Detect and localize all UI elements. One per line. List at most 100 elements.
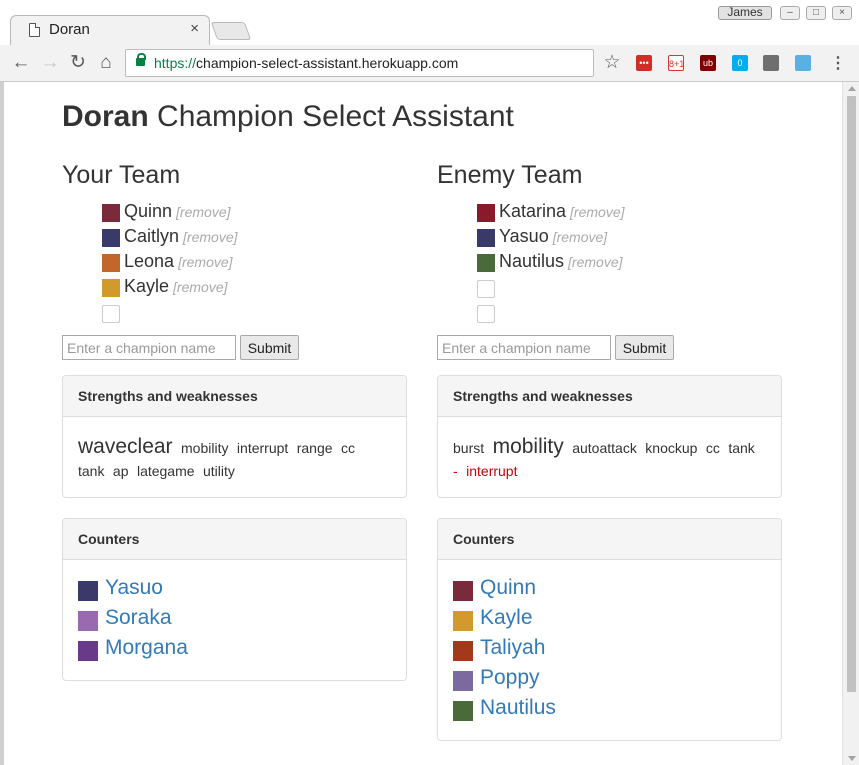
team-member: Nautilus [remove] [477, 251, 777, 276]
home-icon[interactable]: ⌂ [94, 51, 118, 75]
profile-button[interactable]: James [718, 6, 772, 20]
browser-tab[interactable]: Doran × [10, 15, 210, 45]
scroll-up-icon[interactable] [848, 86, 856, 91]
champion-portrait-icon [477, 204, 495, 222]
lastpass-icon[interactable]: ••• [636, 55, 652, 71]
counters-list: Yasuo Soraka Morgana [63, 560, 406, 664]
remove-link[interactable]: [remove] [178, 254, 232, 270]
weakness-tag: interrupt [466, 463, 518, 479]
browser-menu-icon[interactable]: ⋮ [830, 53, 846, 73]
strength-tag: tank [728, 440, 755, 456]
team-member: Yasuo [remove] [477, 226, 777, 251]
team-member: Quinn [remove] [102, 201, 402, 226]
champion-portrait-icon [453, 611, 473, 631]
counter-item: Soraka [78, 604, 391, 634]
champion-portrait-icon [477, 254, 495, 272]
remove-link[interactable]: [remove] [183, 229, 237, 245]
remove-link[interactable]: [remove] [568, 254, 622, 270]
cloud-icon[interactable] [763, 55, 779, 71]
team-member: Leona [remove] [102, 251, 402, 276]
empty-champion-slot [477, 276, 777, 301]
counter-champion-link[interactable]: Morgana [105, 636, 188, 660]
counter-item: Poppy [453, 664, 766, 694]
circle-extension-icon[interactable] [795, 55, 811, 71]
new-tab-button[interactable] [210, 22, 252, 40]
strength-tag: lategame [136, 463, 195, 479]
maximize-button[interactable]: □ [806, 6, 826, 20]
your-team-submit-button[interactable]: Submit [240, 335, 299, 360]
enemy-team-strengths-panel: Strengths and weaknesses burst mobility … [437, 375, 782, 498]
counter-champion-link[interactable]: Quinn [480, 576, 536, 600]
champion-portrait-icon [78, 581, 98, 601]
champion-portrait-icon [102, 229, 120, 247]
forward-icon[interactable]: → [38, 51, 62, 75]
counter-item: Nautilus [453, 694, 766, 724]
address-bar[interactable]: https://champion-select-assistant.heroku… [125, 49, 594, 77]
counter-item: Quinn [453, 574, 766, 604]
champion-name-text: Kayle [124, 276, 170, 296]
remove-link[interactable]: [remove] [553, 229, 607, 245]
strength-tag: mobility [181, 440, 229, 456]
your-team-champion-input[interactable] [62, 335, 236, 360]
champion-name-text: Quinn [124, 201, 173, 221]
ghostery-icon[interactable]: 0 [732, 55, 748, 71]
window-edge [0, 82, 4, 765]
page-title: Doran Champion Select Assistant [62, 100, 514, 133]
enemy-team-champion-input[interactable] [437, 335, 611, 360]
champion-portrait-icon [453, 671, 473, 691]
counter-champion-link[interactable]: Taliyah [480, 636, 545, 660]
champion-name: Kayle [remove] [124, 276, 228, 297]
strength-tag: burst [453, 440, 485, 456]
empty-slot-box [477, 305, 495, 323]
lock-icon [136, 53, 146, 66]
counter-item: Taliyah [453, 634, 766, 664]
scroll-down-icon[interactable] [848, 756, 856, 761]
strength-tag: mobility [492, 435, 564, 458]
empty-champion-slot [477, 301, 777, 326]
scrollbar-thumb[interactable] [847, 96, 856, 692]
counter-champion-link[interactable]: Poppy [480, 666, 540, 690]
champion-portrait-icon [102, 254, 120, 272]
tab-title: Doran [49, 21, 90, 38]
team-member: Kayle [remove] [102, 276, 402, 301]
remove-link[interactable]: [remove] [176, 204, 230, 220]
champion-portrait-icon [102, 204, 120, 222]
panel-heading: Strengths and weaknesses [438, 376, 781, 417]
reload-icon[interactable]: ↻ [66, 51, 90, 75]
page-viewport: Doran Champion Select Assistant Your Tea… [0, 82, 859, 765]
strength-tag: knockup [645, 440, 698, 456]
champion-portrait-icon [453, 641, 473, 661]
strength-tag: waveclear [78, 435, 173, 458]
browser-toolbar: ← → ↻ ⌂ https://champion-select-assistan… [0, 45, 859, 82]
strength-tags: burst mobility autoattack knockup cc tan… [453, 417, 766, 483]
counter-champion-link[interactable]: Nautilus [480, 696, 556, 720]
enemy-team-list: Katarina [remove] Yasuo [remove] Nautilus [re… [477, 201, 777, 326]
strength-tag: tank [78, 463, 105, 479]
bookmark-star-icon[interactable]: ☆ [600, 51, 624, 75]
back-icon[interactable]: ← [9, 51, 33, 75]
enemy-team-submit-button[interactable]: Submit [615, 335, 674, 360]
panel-heading: Strengths and weaknesses [63, 376, 406, 417]
strength-tag: utility [203, 463, 235, 479]
champion-name-text: Yasuo [499, 226, 549, 246]
your-team-list: Quinn [remove] Caitlyn [remove] Leona [remove… [102, 201, 402, 326]
google-plus-icon[interactable]: 8+1 [668, 55, 684, 71]
counter-champion-link[interactable]: Yasuo [105, 576, 163, 600]
weakness-tag: - [453, 463, 458, 479]
remove-link[interactable]: [remove] [570, 204, 624, 220]
champion-name: Quinn [remove] [124, 201, 231, 222]
ublock-icon[interactable]: ub [700, 55, 716, 71]
enemy-team-heading: Enemy Team [437, 161, 583, 189]
close-window-button[interactable]: × [832, 6, 852, 20]
minimize-button[interactable]: – [780, 6, 800, 20]
champion-name-text: Nautilus [499, 251, 565, 271]
strength-tag: range [296, 440, 333, 456]
panel-heading: Counters [63, 519, 406, 560]
remove-link[interactable]: [remove] [173, 279, 227, 295]
counter-champion-link[interactable]: Soraka [105, 606, 172, 630]
counters-list: Quinn Kayle Taliyah Poppy Nautilus [438, 560, 781, 724]
vertical-scrollbar[interactable] [842, 82, 859, 765]
document-icon [29, 23, 40, 37]
counter-champion-link[interactable]: Kayle [480, 606, 533, 630]
tab-close-icon[interactable]: × [190, 20, 199, 37]
